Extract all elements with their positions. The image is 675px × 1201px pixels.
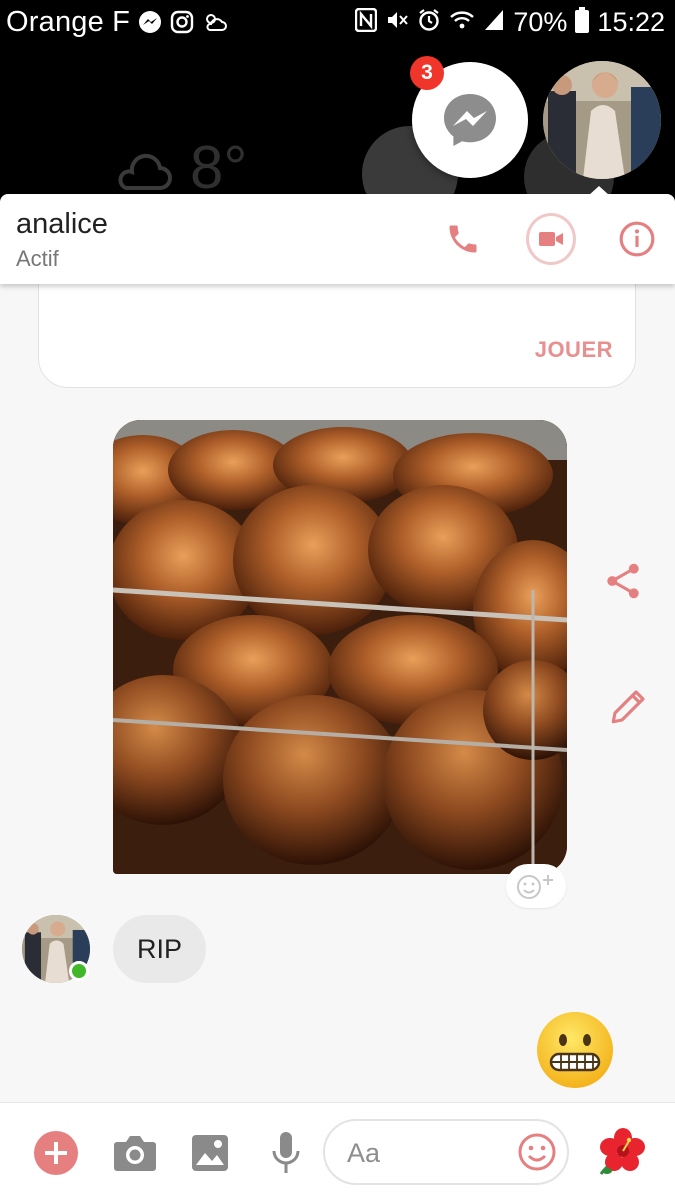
edit-icon — [611, 690, 645, 724]
roast-chicken-photo — [113, 420, 567, 874]
contact-name[interactable]: analice — [16, 208, 108, 241]
add-reaction-button[interactable] — [506, 864, 566, 908]
photo-message[interactable] — [113, 420, 567, 874]
more-actions-button[interactable] — [32, 1129, 80, 1177]
battery-percent: 70% — [513, 6, 568, 37]
svg-text:8°: 8° — [190, 136, 247, 196]
chat-head-pointer — [588, 186, 610, 196]
voice-button[interactable] — [262, 1129, 310, 1177]
video-call-button[interactable] — [526, 213, 576, 265]
emoji-button[interactable] — [517, 1132, 557, 1172]
call-button[interactable] — [438, 214, 488, 264]
alarm-icon — [417, 8, 441, 37]
message-input[interactable]: Aa — [323, 1119, 569, 1185]
info-button[interactable] — [612, 214, 662, 264]
weather-icon — [202, 10, 230, 34]
plus-icon — [34, 1131, 78, 1175]
message-composer: Aa — [0, 1102, 675, 1201]
gallery-button[interactable] — [186, 1129, 234, 1177]
play-button[interactable]: JOUER — [535, 337, 613, 363]
status-bar: Orange F 70% 15:22 — [0, 0, 675, 44]
wifi-icon — [449, 8, 475, 37]
messenger-icon — [138, 10, 162, 34]
contact-avatar — [543, 61, 661, 179]
edit-button[interactable] — [607, 684, 651, 728]
received-message-bubble[interactable]: RIP — [113, 915, 207, 983]
image-icon — [192, 1135, 228, 1171]
contact-status: Actif — [16, 246, 59, 271]
video-icon — [539, 232, 563, 246]
share-button[interactable] — [601, 559, 645, 603]
add-reaction-icon — [517, 875, 553, 899]
weather-widget-icon: 8° — [118, 136, 247, 196]
instagram-icon — [170, 10, 194, 34]
chat-header: analice Actif — [0, 194, 675, 284]
online-indicator — [69, 961, 89, 981]
emoji-icon — [518, 1133, 556, 1171]
signal-icon — [483, 8, 505, 37]
messenger-icon — [444, 94, 496, 146]
share-icon — [607, 563, 639, 599]
flower-icon — [599, 1128, 645, 1175]
microphone-icon — [272, 1132, 300, 1173]
nfc-icon — [355, 7, 378, 37]
video-button-ring — [526, 213, 576, 265]
camera-button[interactable] — [111, 1129, 159, 1177]
battery-icon — [575, 6, 590, 38]
info-icon — [619, 221, 655, 257]
camera-icon — [114, 1136, 156, 1171]
quick-reaction-button[interactable] — [599, 1127, 647, 1175]
grimacing-emoji[interactable] — [535, 1010, 615, 1090]
unread-badge: 3 — [410, 56, 444, 90]
clock: 15:22 — [597, 6, 665, 37]
input-placeholder: Aa — [347, 1138, 381, 1168]
contact-chat-head[interactable] — [543, 61, 661, 179]
phone-icon — [449, 225, 477, 253]
carrier-name: Orange F — [6, 5, 131, 38]
mute-icon — [385, 8, 409, 37]
